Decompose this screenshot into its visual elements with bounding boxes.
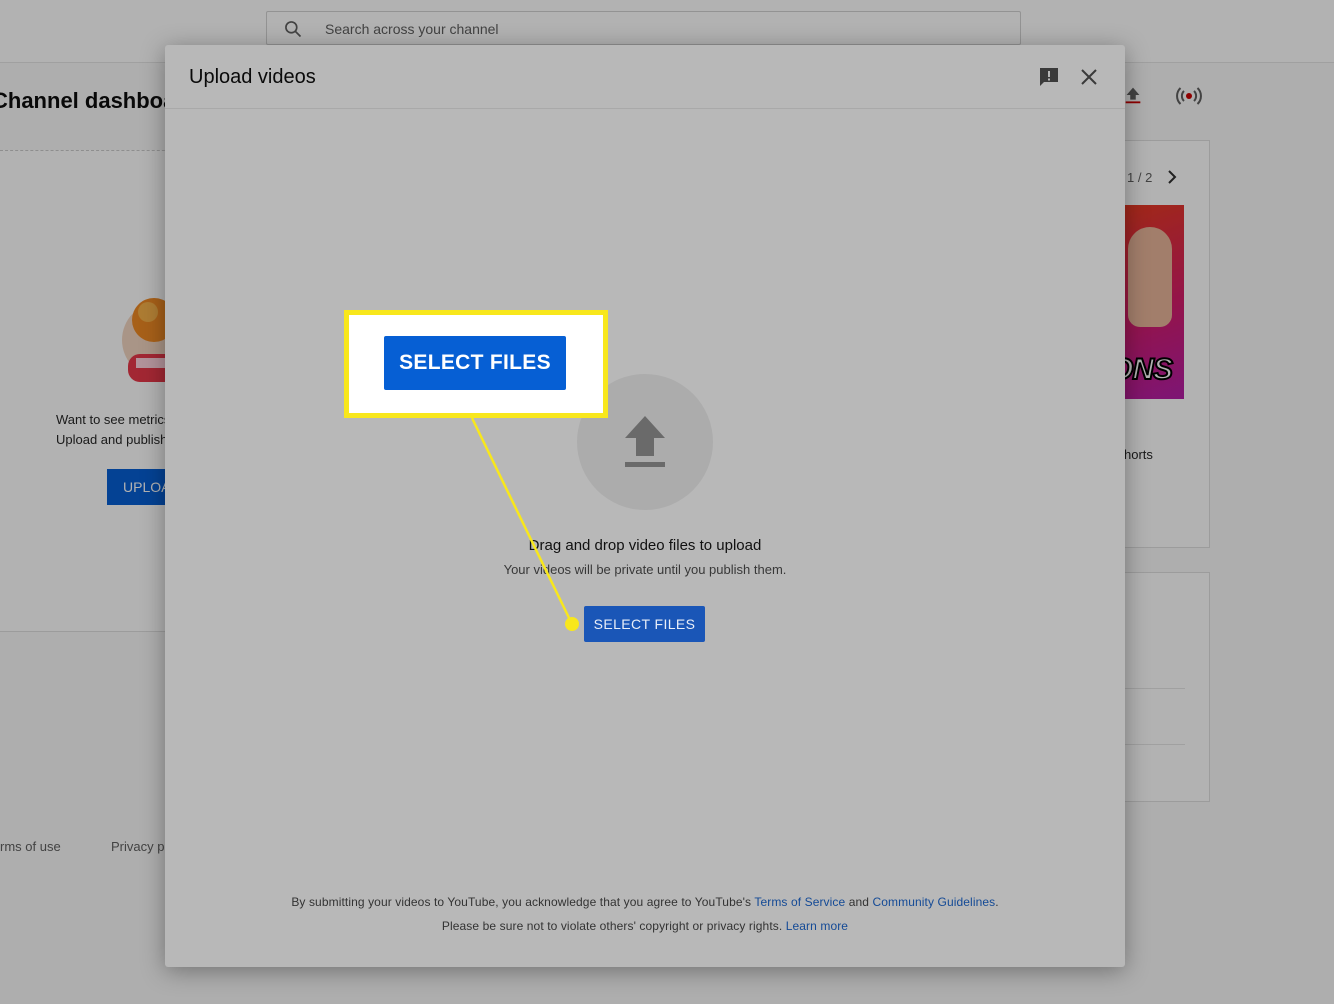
legal-text: Please be sure not to violate others' co… [441, 919, 786, 933]
upload-dialog: Upload videos Drag and drop video files … [165, 45, 1125, 967]
callout-select-files-button: SELECT FILES [384, 336, 566, 390]
upload-arrow-icon [625, 416, 665, 467]
dialog-title: Upload videos [189, 66, 316, 88]
terms-of-service-link[interactable]: Terms of Service [754, 895, 845, 909]
drag-drop-text: Drag and drop video files to upload [528, 537, 762, 554]
legal-line-2: Please be sure not to violate others' co… [165, 919, 1125, 933]
legal-text: . [995, 895, 999, 909]
dialog-header: Upload videos [165, 45, 1125, 109]
community-guidelines-link[interactable]: Community Guidelines [873, 895, 996, 909]
callout-zoom-box: SELECT FILES [344, 310, 608, 418]
feedback-icon[interactable] [1037, 65, 1061, 89]
learn-more-link[interactable]: Learn more [786, 919, 848, 933]
legal-text: By submitting your videos to YouTube, yo… [291, 895, 755, 909]
legal-text: and [845, 895, 873, 909]
close-icon[interactable] [1077, 65, 1101, 89]
select-files-button[interactable]: SELECT FILES [584, 606, 705, 642]
legal-line-1: By submitting your videos to YouTube, yo… [165, 895, 1125, 909]
privacy-notice: Your videos will be private until you pu… [503, 562, 787, 577]
